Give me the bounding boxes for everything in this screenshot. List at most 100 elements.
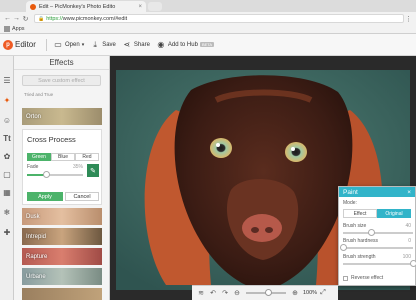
zoom-in-icon[interactable]: ⊕ (289, 289, 301, 297)
option-green[interactable]: Green (27, 153, 51, 161)
paint-title: Paint (343, 188, 358, 196)
forward-arrow-icon[interactable]: → (12, 15, 21, 22)
reverse-effect-label: Reverse effect (351, 275, 384, 281)
apps-grid-icon[interactable] (4, 26, 10, 32)
fade-slider-knob[interactable] (43, 171, 51, 178)
share-label: Share (133, 41, 150, 48)
cross-process-color-selector: Green Blue Red (27, 153, 99, 161)
hub-icon: ◉ (157, 40, 165, 49)
fade-slider[interactable] (27, 171, 83, 178)
picmonkey-logo[interactable]: p Editor (0, 39, 40, 50)
new-tab-button[interactable] (148, 2, 162, 11)
browser-tab[interactable]: Edit – PicMonkey's Photo Edito × (26, 1, 146, 12)
mode-effect[interactable]: Effect (343, 209, 377, 218)
cancel-button[interactable]: Cancel (65, 192, 99, 201)
beta-badge: BETA (199, 42, 215, 47)
browser-menu-icon[interactable]: ⋮ (404, 15, 413, 23)
paint-popup: Paint × Mode: Effect Original Brush size… (338, 186, 416, 286)
share-icon: ⋖ (123, 40, 131, 49)
save-label: Save (102, 41, 116, 48)
effect-thumb-orton[interactable]: Orton (22, 108, 102, 125)
reverse-effect-checkbox[interactable] (343, 275, 348, 281)
undo-icon[interactable]: ↶ (207, 289, 219, 297)
paint-close-icon[interactable]: × (407, 189, 411, 196)
save-icon: ⤓ (93, 39, 97, 49)
open-button[interactable]: ▭ Open ▾ (53, 40, 84, 50)
effects-wand-icon[interactable]: ✦ (1, 94, 13, 106)
redo-icon[interactable]: ↷ (219, 289, 231, 297)
effect-thumb-label: Dusk (26, 213, 40, 220)
reverse-effect-toggle[interactable]: Reverse effect (343, 275, 383, 281)
toolbar-divider (46, 38, 47, 51)
option-red[interactable]: Red (75, 153, 99, 161)
zoom-slider[interactable] (246, 289, 286, 296)
cross-process-title: Cross Process (27, 135, 76, 144)
effects-title: Effects (14, 56, 109, 70)
effect-thumb-label: Orton (26, 113, 42, 120)
layers-icon[interactable]: ≋ (195, 289, 207, 297)
text-icon[interactable]: Tt (1, 132, 13, 144)
overlay-butterfly-icon[interactable]: ✿ (1, 150, 13, 162)
fade-label: Fade (27, 164, 39, 170)
paint-header: Paint × (339, 187, 415, 197)
lock-icon: 🔒 (38, 15, 45, 22)
apply-button[interactable]: Apply (27, 192, 63, 201)
zoom-slider-knob[interactable] (264, 289, 272, 296)
option-blue[interactable]: Blue (51, 153, 75, 161)
logo-word: Editor (15, 40, 36, 49)
brush-hardness-slider[interactable] (339, 244, 413, 251)
save-custom-effect-button[interactable]: Save custom effect (22, 75, 101, 86)
add-to-hub-button[interactable]: ◉ Add to Hub BETA (156, 40, 215, 50)
reload-icon[interactable]: ↻ (21, 15, 30, 23)
canvas-bottom-toolbar: ≋ ↶ ↷ ⊖ ⊕ 100% ⤢ (192, 285, 338, 300)
paint-brush-icon: ✎ (90, 167, 96, 175)
effect-thumb-urbane[interactable]: Urbane (22, 268, 102, 285)
frames-icon[interactable]: ▢ (1, 168, 13, 180)
zoom-value: 100% (303, 290, 318, 296)
effect-thumb-intrepid[interactable]: Intrepid (22, 228, 102, 245)
tab-title: Edit – PicMonkey's Photo Edito (39, 3, 116, 10)
brush-hardness-value: 0 (408, 238, 411, 244)
chevron-down-icon: ▾ (81, 41, 85, 48)
paint-mode-selector: Effect Original (343, 209, 411, 218)
hub-label: Add to Hub (167, 41, 198, 48)
brush-hardness-knob[interactable] (339, 244, 347, 251)
brush-size-value: 40 (405, 223, 411, 229)
brush-size-knob[interactable] (367, 229, 375, 236)
brush-strength-slider[interactable] (343, 260, 416, 267)
cross-process-settings: Cross Process Green Blue Red Fade 35% ✎ … (22, 129, 102, 205)
tool-rail: ☰ ✦ ☺ Tt ✿ ▢ ▦ ❄ ✚ (0, 56, 14, 300)
puzzle-icon[interactable]: ✚ (1, 226, 13, 238)
brush-size-label: Brush size (343, 223, 367, 229)
tab-close-icon[interactable]: × (138, 4, 142, 10)
address-bar-row: ← → ↻ 🔒 https:// www.picmonkey.com/#edit… (0, 12, 416, 25)
effect-thumb-next[interactable] (22, 288, 102, 300)
effect-thumb-rapture[interactable]: Rapture (22, 248, 102, 265)
mode-original[interactable]: Original (377, 209, 411, 218)
brush-hardness-label: Brush hardness (343, 238, 379, 244)
url-field[interactable]: 🔒 https:// www.picmonkey.com/#edit (34, 14, 404, 23)
paint-brush-button[interactable]: ✎ (87, 164, 99, 177)
share-button[interactable]: ⋖ Share (122, 40, 150, 50)
adjust-sliders-icon[interactable]: ☰ (1, 74, 13, 86)
url-path: www.picmonkey.com/#edit (62, 15, 128, 22)
folder-icon: ▭ (54, 40, 62, 49)
themes-snowflake-icon[interactable]: ❄ (1, 206, 13, 218)
url-scheme: https:// (46, 15, 63, 22)
effects-category-label: Tried and True (24, 92, 54, 97)
save-button[interactable]: ⤓ Save (90, 39, 116, 50)
effect-thumb-label: Rapture (26, 253, 48, 260)
zoom-out-icon[interactable]: ⊖ (231, 289, 243, 297)
textures-icon[interactable]: ▦ (1, 186, 13, 198)
effect-thumb-label: Urbane (26, 273, 46, 280)
back-arrow-icon[interactable]: ← (3, 15, 12, 22)
effect-thumb-dusk[interactable]: Dusk (22, 208, 102, 225)
browser-tab-strip: Edit – PicMonkey's Photo Edito × (0, 0, 416, 12)
fit-screen-icon[interactable]: ⤢ (317, 289, 329, 297)
app-toolbar: p Editor ▭ Open ▾ ⤓ Save ⋖ Share ◉ Add t… (0, 34, 416, 56)
touch-up-face-icon[interactable]: ☺ (1, 114, 13, 126)
apps-bookmark[interactable]: Apps (12, 26, 25, 32)
brush-strength-knob[interactable] (409, 260, 416, 267)
logo-mark: p (3, 39, 13, 50)
brush-size-slider[interactable] (343, 229, 413, 236)
